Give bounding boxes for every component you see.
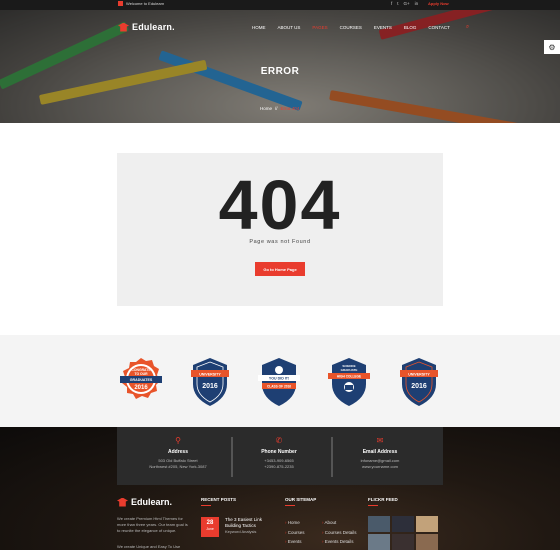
graduation-cap-icon [117, 497, 128, 507]
nav-contact[interactable]: CONTACT [428, 25, 449, 31]
badge-2-line-1: UNIVERSITY [199, 372, 221, 376]
phone-icon: ✆ [275, 436, 283, 445]
sitemap-link[interactable]: About [322, 518, 357, 528]
post-title[interactable]: The 3 Easiest Link Building Tactics [225, 517, 275, 529]
sitemap-link[interactable]: Home [285, 518, 305, 528]
post-date-badge: 28 June [201, 517, 219, 537]
nav-blog[interactable]: BLOG [404, 25, 417, 31]
error-panel: 404 Page was not Found Go to Home Page [117, 153, 443, 306]
envelope-icon: ✉ [376, 436, 384, 445]
settings-gear-icon[interactable]: ⚙ [544, 40, 560, 54]
welcome-message: Welcome to Edulearn [118, 1, 164, 6]
sitemap-link[interactable]: Events [285, 537, 305, 547]
badge-5-line-1: UNIVERSITY [408, 372, 430, 376]
twitter-icon[interactable]: t [397, 1, 398, 6]
go-home-button[interactable]: Go to Home Page [255, 262, 305, 276]
badge-3-line-2: CLASS OF 2016 [267, 384, 291, 388]
nav-about-us[interactable]: ABOUT US [278, 25, 301, 31]
linkedin-icon[interactable]: in [415, 1, 419, 6]
flickr-thumb[interactable] [416, 534, 438, 550]
page-title: ERROR [260, 66, 300, 77]
breadcrumb-home[interactable]: Home [260, 106, 272, 111]
badge-1-line-2: TO OUR [134, 372, 148, 376]
phone-heading: Phone Number [261, 449, 297, 455]
error-code: 404 [218, 166, 342, 244]
contact-email: ✉ Email Address infoname@gmail.com www.y… [330, 437, 430, 470]
badge-3-line-1: YOU DID IT! [269, 377, 289, 381]
badge-congrats-graduates: CONGRATS TO OUR GRADUATES 2016 [120, 356, 162, 408]
nav-courses[interactable]: COURSES [340, 25, 362, 31]
badge-4-line-3: HIGH COLLEGE [337, 374, 361, 378]
contact-strip: ⚲ Address 503 Old Buffalo Street Northwe… [117, 427, 443, 485]
flickr-thumb[interactable] [416, 516, 438, 532]
flickr-heading: FLICKR FEED [368, 497, 398, 506]
badge-you-did-it: YOU DID IT! CLASS OF 2016 [258, 356, 300, 408]
badges-band: CONGRATS TO OUR GRADUATES 2016 UNIVERSIT… [0, 335, 560, 427]
post-month: June [206, 527, 214, 531]
badge-5-year: 2016 [411, 383, 427, 390]
badge-1-line-3: GRADUATES [130, 378, 153, 382]
footer-about-text: We create Premium Html Themes for more t… [117, 516, 188, 533]
nav-home[interactable]: HOME [252, 25, 266, 31]
badge-4-line-2: GRADUATE [341, 368, 358, 372]
address-heading: Address [167, 449, 188, 455]
phone-line-2[interactable]: +2390-875-2235 [229, 464, 329, 470]
site-logo[interactable]: Edulearn. [118, 22, 175, 32]
sitemap-link[interactable]: Courses Details [322, 528, 357, 538]
badge-science-graduate: SCIENCE GRADUATE HIGH COLLEGE [328, 356, 370, 408]
google-plus-icon[interactable]: G+ [404, 1, 410, 6]
logo-text: Edulearn. [132, 22, 175, 32]
flickr-thumb[interactable] [368, 534, 390, 550]
badge-1-year: 2016 [134, 385, 148, 391]
apply-now-link[interactable]: Apply Now [428, 1, 449, 6]
main-nav: HOME ABOUT US PAGES COURSES EVENTS BLOG … [252, 24, 469, 31]
address-line-2: Northwest #205, New York-3087 [149, 464, 207, 469]
flickr-thumb[interactable] [392, 516, 414, 532]
top-bar: Welcome to Edulearn f t G+ in Apply Now [0, 0, 560, 10]
facebook-icon[interactable]: f [391, 1, 392, 6]
footer-about-text-2: We create Unique and Easy To Use [117, 544, 181, 549]
page-hero: Edulearn. HOME ABOUT US PAGES COURSES EV… [0, 10, 560, 123]
search-icon[interactable]: ⌕ [466, 24, 469, 31]
graduation-cap-icon [118, 22, 129, 32]
email-heading: Email Address [362, 449, 398, 455]
breadcrumb-separator: // [275, 106, 278, 111]
contact-phone: ✆ Phone Number +3453-909-6565 +2390-875-… [229, 437, 329, 470]
flickr-feed [368, 516, 444, 550]
social-links: f t G+ in [391, 1, 418, 6]
breadcrumb: Home // Error 404 [260, 106, 299, 111]
map-pin-icon: ⚲ [175, 436, 181, 445]
website-line[interactable]: www.yourname.com [330, 464, 430, 470]
post-day: 28 [206, 520, 214, 526]
contact-address: ⚲ Address 503 Old Buffalo Street Northwe… [128, 437, 228, 470]
welcome-icon [118, 1, 123, 6]
sitemap-link[interactable]: Events Details [322, 537, 357, 547]
recent-post[interactable]: The 3 Easiest Link Building Tactics Keyw… [225, 517, 275, 535]
welcome-text: Welcome to Edulearn [126, 1, 165, 6]
post-subtitle: Keyword Analysis [225, 529, 257, 534]
recent-posts-heading: RECENT POSTS [201, 497, 236, 506]
sitemap-heading: OUR SITEMAP [285, 497, 316, 506]
breadcrumb-current: Error 404 [280, 106, 300, 111]
sitemap-link[interactable]: Courses [285, 528, 305, 538]
flickr-thumb[interactable] [368, 516, 390, 532]
badge-2-year: 2016 [202, 383, 218, 390]
sitemap-list-1: Home Courses Events [285, 518, 305, 547]
nav-events[interactable]: EVENTS [374, 25, 392, 31]
footer-logo[interactable]: Edulearn. [117, 497, 172, 507]
nav-pages[interactable]: PAGES [312, 25, 327, 31]
error-message: Page was not Found [249, 239, 311, 245]
badge-university-orange: UNIVERSITY 2016 [398, 356, 440, 408]
footer-logo-text: Edulearn. [131, 497, 173, 507]
badge-university-blue: UNIVERSITY 2016 [189, 356, 231, 408]
flickr-thumb[interactable] [392, 534, 414, 550]
sitemap-list-2: About Courses Details Events Details [322, 518, 357, 547]
